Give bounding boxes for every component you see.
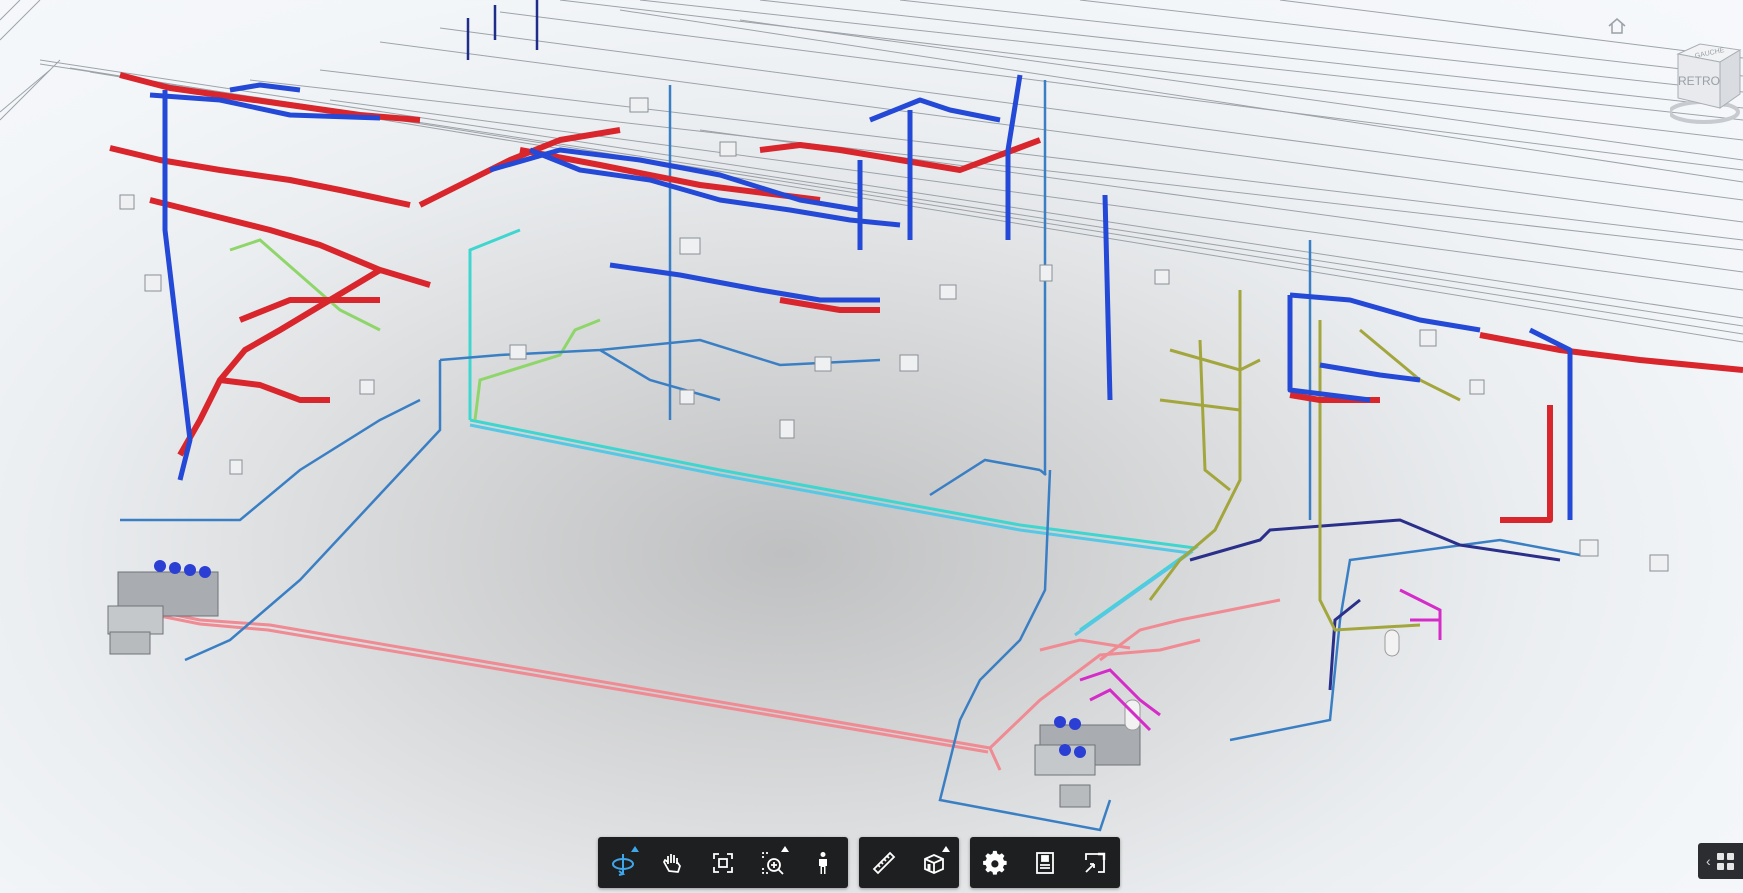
camera-zoom-icon <box>762 851 784 875</box>
terminal-units <box>119 97 1669 572</box>
red-supply-ducts <box>109 72 1743 523</box>
section-analysis-tool[interactable] <box>909 837 959 888</box>
model-browser-icon <box>1716 852 1734 870</box>
navy-pipe-run <box>1189 518 1561 691</box>
fit-to-view-tool[interactable] <box>698 837 748 888</box>
navigation-toolbar <box>598 837 848 888</box>
riser-pipes <box>466 0 539 60</box>
fullscreen-tool[interactable] <box>1070 837 1120 888</box>
viewcube-ring[interactable] <box>1670 100 1740 124</box>
olive-pipe-stack <box>1148 290 1461 632</box>
hand-icon <box>663 853 681 873</box>
modeling-toolbar <box>859 837 959 888</box>
orbit-icon <box>612 853 634 876</box>
panel-toggle-button[interactable]: ‹ <box>1698 843 1743 879</box>
first-person-tool[interactable] <box>798 837 848 888</box>
measure-tool[interactable] <box>859 837 909 888</box>
ruler-icon <box>872 851 896 874</box>
flyout-indicator <box>781 846 789 852</box>
pan-tool[interactable] <box>648 837 698 888</box>
model-viewport[interactable] <box>0 0 1743 893</box>
viewcube-face-label: RETRO <box>1678 74 1720 88</box>
section-box-icon <box>924 853 944 874</box>
properties-icon <box>1036 851 1054 874</box>
camera-interactions-tool[interactable] <box>748 837 798 888</box>
fit-view-icon <box>713 852 733 873</box>
flyout-indicator <box>631 846 639 852</box>
orbit-tool[interactable] <box>598 837 648 888</box>
properties-tool[interactable] <box>1020 837 1070 888</box>
fullscreen-icon <box>1085 852 1106 873</box>
settings-tool[interactable] <box>970 837 1020 888</box>
viewcube[interactable]: RETRO GAUCHE <box>1670 40 1743 126</box>
person-icon <box>819 851 827 874</box>
chevron-left-icon: ‹ <box>1706 853 1711 869</box>
gear-icon <box>983 850 1007 875</box>
flyout-indicator <box>942 846 950 852</box>
cyan-pipe-loop <box>229 228 1199 637</box>
grid-lines <box>0 0 1743 343</box>
settings-toolbar <box>970 837 1120 888</box>
home-icon[interactable] <box>1605 14 1629 38</box>
equipment-units <box>107 560 1400 808</box>
